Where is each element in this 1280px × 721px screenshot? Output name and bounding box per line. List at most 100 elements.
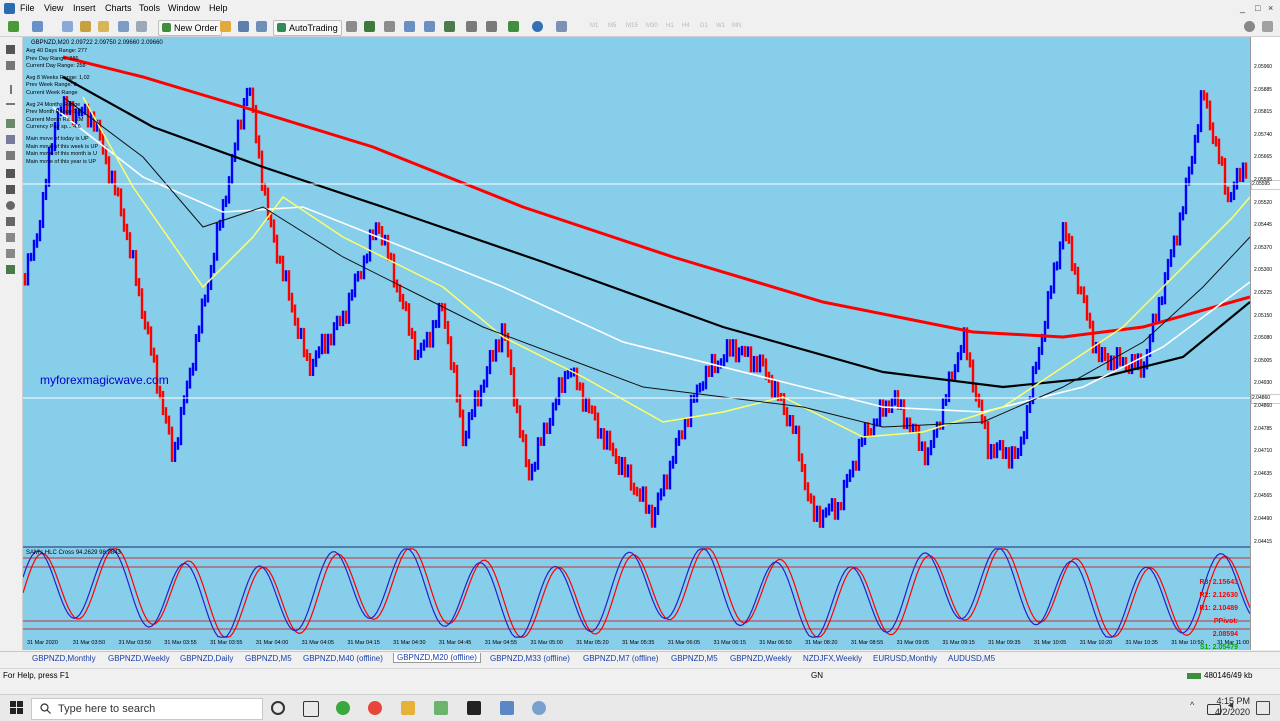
price-tick: 2.04565 — [1254, 493, 1273, 500]
tab-gbpnzd-m40[interactable]: GBPNZD,M40 (offline) — [303, 654, 383, 663]
price-tick: 2.05665 — [1254, 154, 1273, 161]
meta-editor-icon[interactable] — [220, 21, 231, 32]
timeframe-m1[interactable]: M1 — [590, 23, 598, 29]
chart-canvas — [23, 55, 1250, 638]
timeframe-mn[interactable]: MN — [732, 23, 741, 29]
menu-file[interactable]: File — [20, 3, 35, 13]
timeframe-d1[interactable]: D1 — [700, 23, 708, 29]
time-tick: 31 Mar 10:05 — [1033, 640, 1067, 646]
label-icon[interactable] — [6, 185, 15, 194]
chat-icon[interactable] — [1262, 21, 1273, 32]
new-order-button[interactable]: New Order — [158, 20, 222, 36]
chart-shift-icon[interactable] — [466, 21, 477, 32]
metatrader-icon[interactable] — [467, 701, 481, 715]
chrome-icon[interactable] — [368, 701, 382, 715]
tray-chevron-icon[interactable]: ^ — [1190, 700, 1194, 710]
timeframe-m15[interactable]: M15 — [626, 23, 638, 29]
text-icon[interactable] — [6, 169, 15, 178]
market-watch-icon[interactable] — [62, 21, 73, 32]
ellipse-icon[interactable] — [6, 201, 15, 210]
timeframe-m30[interactable]: M30 — [646, 23, 658, 29]
trendline-icon[interactable] — [6, 119, 15, 128]
menu-tools[interactable]: Tools — [139, 3, 160, 13]
tab-audusd-m5[interactable]: AUDUSD,M5 — [948, 654, 995, 663]
taskbar-clock[interactable]: 4:15 PM 4/2/2020 — [1215, 696, 1250, 718]
indicators-icon[interactable] — [508, 21, 519, 32]
options-icon[interactable] — [238, 21, 249, 32]
timeframe-m5[interactable]: M5 — [608, 23, 616, 29]
price-scale[interactable]: 2.05595 2.04860 2.05960 2.05885 2.05815 2.0… — [1250, 37, 1280, 650]
autoscroll-icon[interactable] — [486, 21, 497, 32]
price-tick: 2.04415 — [1254, 538, 1273, 545]
cortana-icon[interactable] — [271, 701, 285, 715]
tab-gbpnzd-m5-2[interactable]: GBPNZD,M5 — [671, 654, 718, 663]
signals-icon[interactable] — [256, 21, 267, 32]
vertical-line-icon[interactable] — [10, 85, 12, 94]
time-tick: 31 Mar 10:35 — [1125, 640, 1158, 646]
periods-icon[interactable] — [532, 21, 543, 32]
cursor-icon[interactable] — [6, 45, 15, 54]
taskbar-search[interactable]: Type here to search — [31, 698, 263, 720]
search-icon[interactable] — [1244, 21, 1255, 32]
menu-help[interactable]: Help — [209, 3, 228, 13]
templates-icon[interactable] — [556, 21, 567, 32]
notification-icon[interactable] — [1256, 701, 1270, 715]
data-window-icon[interactable] — [80, 21, 91, 32]
settings-gear-icon[interactable] — [532, 701, 546, 715]
timeframe-h4[interactable]: H4 — [682, 23, 690, 29]
crosshair-icon[interactable] — [6, 61, 15, 70]
tab-gbpnzd-m20[interactable]: GBPNZD,M20 (offline) — [393, 653, 481, 663]
line-chart-icon[interactable] — [384, 21, 395, 32]
tab-gbpnzd-m7[interactable]: GBPNZD,M7 (offline) — [583, 654, 658, 663]
new-order-icon — [162, 23, 171, 32]
time-tick: 31 Mar 10:50 — [1171, 640, 1204, 646]
menu-view[interactable]: View — [44, 3, 63, 13]
restore-button[interactable]: □ — [1255, 3, 1260, 13]
task-view-icon[interactable] — [303, 701, 319, 717]
navigator-icon[interactable] — [98, 21, 109, 32]
tab-eurusd-monthly[interactable]: EURUSD,Monthly — [873, 654, 937, 663]
candlestick-icon[interactable] — [364, 21, 375, 32]
new-chart-icon[interactable] — [8, 21, 19, 32]
channel-icon[interactable] — [6, 135, 15, 144]
rectangle-icon[interactable] — [6, 217, 15, 226]
bar-chart-icon[interactable] — [346, 21, 357, 32]
search-icon — [40, 703, 51, 714]
price-chart[interactable]: GBPNZD,M20 2.09722 2.09750 2.09660 2.096… — [23, 37, 1250, 650]
tab-gbpnzd-m33[interactable]: GBPNZD,M33 (offline) — [490, 654, 570, 663]
fibonacci-icon[interactable] — [6, 151, 15, 160]
tile-windows-icon[interactable] — [444, 21, 455, 32]
menu-insert[interactable]: Insert — [73, 3, 96, 13]
menu-window[interactable]: Window — [168, 3, 200, 13]
strategy-tester-icon[interactable] — [136, 21, 147, 32]
timeframe-w1[interactable]: W1 — [716, 23, 725, 29]
app-green-icon[interactable] — [336, 701, 350, 715]
menu-bar: File View Insert Charts Tools Window Hel… — [0, 0, 1280, 18]
horizontal-line-icon[interactable] — [6, 103, 15, 105]
shapes-icon[interactable] — [6, 249, 15, 258]
trading-app-icon[interactable] — [434, 701, 448, 715]
objects-icon[interactable] — [6, 265, 15, 274]
windows-start-icon[interactable] — [10, 701, 24, 715]
tab-gbpnzd-monthly[interactable]: GBPNZD,Monthly — [32, 654, 96, 663]
tab-gbpnzd-weekly[interactable]: GBPNZD,Weekly — [108, 654, 170, 663]
arrow-icon[interactable] — [6, 233, 15, 242]
minimize-button[interactable]: _ — [1240, 3, 1245, 13]
tab-gbpnzd-weekly-2[interactable]: GBPNZD,Weekly — [730, 654, 792, 663]
close-button[interactable]: × — [1268, 3, 1273, 13]
zoom-out-icon[interactable] — [424, 21, 435, 32]
app-blue-icon[interactable] — [500, 701, 514, 715]
price-tick: 2.04490 — [1254, 516, 1273, 522]
time-tick: 31 Mar 05:20 — [576, 640, 609, 646]
autotrading-button[interactable]: AutoTrading — [273, 20, 342, 36]
tab-gbpnzd-daily[interactable]: GBPNZD,Daily — [180, 654, 233, 663]
zoom-in-icon[interactable] — [404, 21, 415, 32]
file-explorer-icon[interactable] — [401, 701, 415, 715]
terminal-icon[interactable] — [118, 21, 129, 32]
info-line: Current Day Range: 258 — [26, 63, 86, 70]
tab-nzdjfx-weekly[interactable]: NZDJFX,Weekly — [803, 654, 862, 663]
menu-charts[interactable]: Charts — [105, 3, 132, 13]
tab-gbpnzd-m5[interactable]: GBPNZD,M5 — [245, 654, 292, 663]
profiles-icon[interactable] — [32, 21, 43, 32]
timeframe-h1[interactable]: H1 — [666, 23, 674, 29]
